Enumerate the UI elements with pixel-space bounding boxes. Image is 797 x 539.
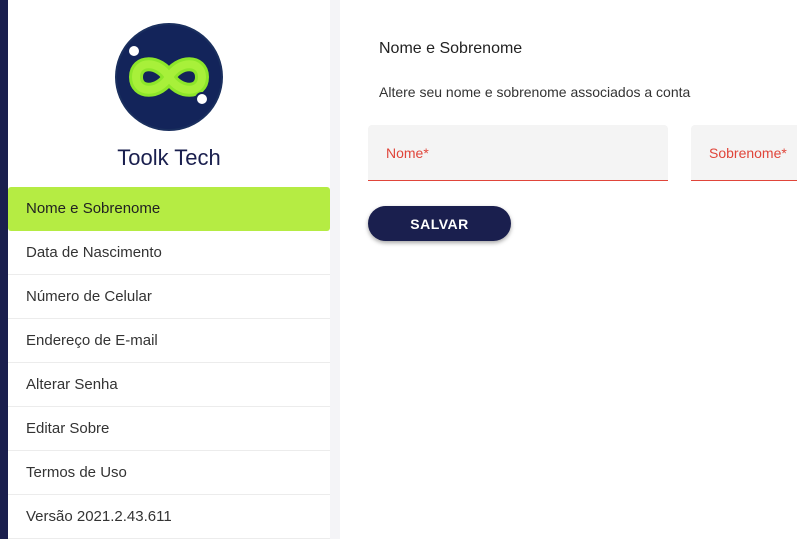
sidebar-item-nome-sobrenome[interactable]: Nome e Sobrenome — [8, 187, 330, 231]
sidebar-item-termos-uso[interactable]: Termos de Uso — [8, 451, 330, 495]
sidebar-item-endereco-email[interactable]: Endereço de E-mail — [8, 319, 330, 363]
main-panel: Nome e Sobrenome Altere seu nome e sobre… — [340, 0, 797, 539]
settings-menu: Nome e Sobrenome Data de Nascimento Núme… — [8, 187, 330, 539]
left-edge-strip — [0, 0, 8, 539]
nome-field-container — [368, 125, 668, 181]
sobrenome-field-container — [691, 125, 797, 181]
page-subtitle: Altere seu nome e sobrenome associados a… — [379, 84, 691, 100]
page-title: Nome e Sobrenome — [379, 40, 523, 57]
sidebar-item-editar-sobre[interactable]: Editar Sobre — [8, 407, 330, 451]
save-button[interactable]: SALVAR — [368, 206, 511, 241]
sobrenome-input[interactable] — [691, 125, 797, 180]
sidebar-item-data-nascimento[interactable]: Data de Nascimento — [8, 231, 330, 275]
content-gutter — [330, 0, 340, 539]
sidebar-item-alterar-senha[interactable]: Alterar Senha — [8, 363, 330, 407]
nome-input[interactable] — [368, 125, 668, 180]
version-label: Versão 2021.2.43.611 — [8, 495, 330, 539]
infinity-logo-icon — [114, 22, 224, 132]
sidebar: Toolk Tech Nome e Sobrenome Data de Nasc… — [8, 0, 330, 539]
sidebar-item-numero-celular[interactable]: Número de Celular — [8, 275, 330, 319]
brand-name: Toolk Tech — [117, 145, 221, 170]
